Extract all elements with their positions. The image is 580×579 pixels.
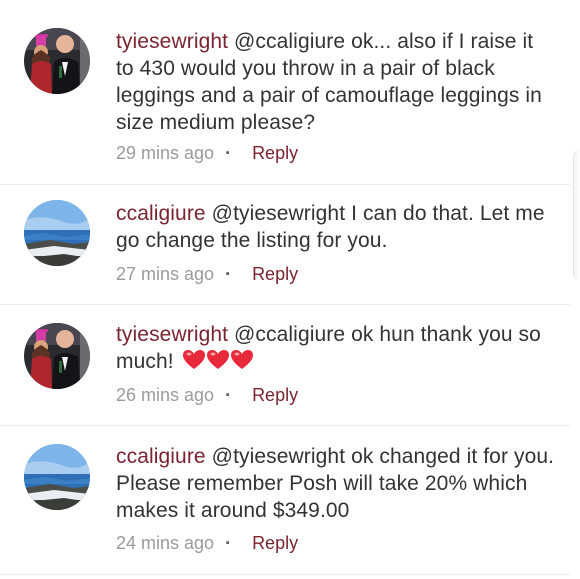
scrollbar-edge[interactable]: [573, 150, 580, 280]
comment-timestamp: 29 mins ago: [116, 143, 215, 163]
ocean-coast-avatar-icon: [24, 200, 90, 266]
comment-meta: 24 mins ago · Reply: [116, 532, 298, 554]
reply-button[interactable]: Reply: [252, 143, 298, 163]
comment-body: ccaligiure @tyiesewright I can do that. …: [116, 200, 556, 254]
separator-dot: ·: [225, 143, 232, 163]
separator-dot: ·: [225, 264, 232, 284]
user-avatar[interactable]: [24, 200, 90, 266]
comment-divider: [0, 304, 570, 305]
couple-photo-avatar-icon: [24, 28, 90, 94]
comment-meta: 27 mins ago · Reply: [116, 263, 298, 285]
comment-meta: 29 mins ago · Reply: [116, 142, 298, 164]
comment-divider: [0, 184, 570, 185]
comment-timestamp: 27 mins ago: [116, 264, 215, 284]
separator-dot: ·: [225, 533, 232, 553]
three-hearts-icon: [182, 349, 254, 378]
reply-button[interactable]: Reply: [252, 385, 298, 405]
comment-divider: [0, 574, 570, 575]
comment-username[interactable]: ccaligiure: [116, 202, 206, 225]
comment-body: ccaligiure @tyiesewright ok changed it f…: [116, 443, 556, 524]
user-avatar[interactable]: [24, 444, 90, 510]
ocean-coast-avatar-icon: [24, 444, 90, 510]
comment-body: tyiesewright @ccaligiure ok hun thank yo…: [116, 321, 556, 378]
user-avatar[interactable]: [24, 28, 90, 94]
comment-username[interactable]: tyiesewright: [116, 30, 228, 53]
separator-dot: ·: [225, 385, 232, 405]
comment-username[interactable]: ccaligiure: [116, 445, 206, 468]
comment-divider: [0, 425, 570, 426]
comment-body: tyiesewright @ccaligiure ok... also if I…: [116, 28, 556, 136]
comment-meta: 26 mins ago · Reply: [116, 384, 298, 406]
comment-username[interactable]: tyiesewright: [116, 323, 228, 346]
reply-button[interactable]: Reply: [252, 533, 298, 553]
comment-timestamp: 24 mins ago: [116, 533, 215, 553]
comment-timestamp: 26 mins ago: [116, 385, 215, 405]
reply-button[interactable]: Reply: [252, 264, 298, 284]
couple-photo-avatar-icon: [24, 323, 90, 389]
comment-list: tyiesewright @ccaligiure ok... also if I…: [0, 0, 580, 579]
user-avatar[interactable]: [24, 323, 90, 389]
